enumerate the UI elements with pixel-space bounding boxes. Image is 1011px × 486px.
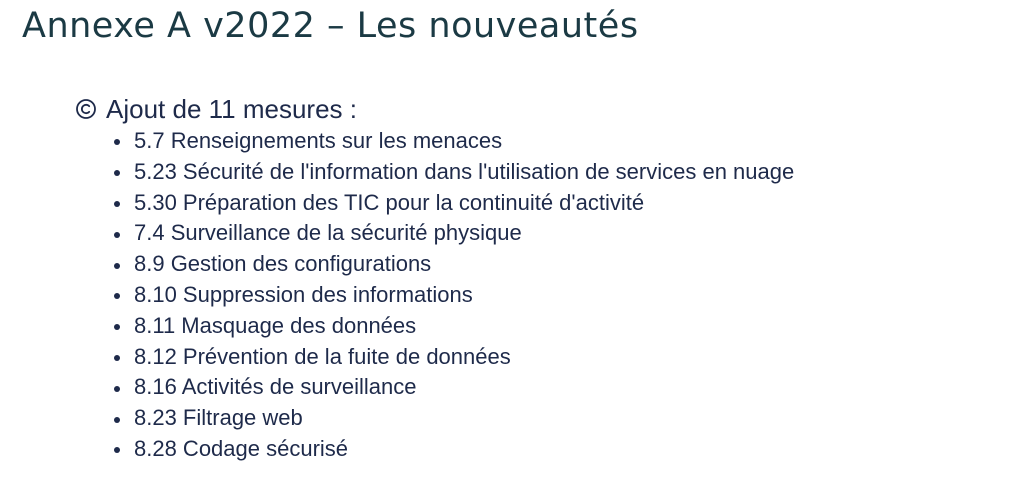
- list-item: 7.4 Surveillance de la sécurité physique: [114, 218, 794, 249]
- list-item: 8.12 Prévention de la fuite de données: [114, 342, 794, 373]
- level1-text: Ajout de 11 mesures :: [106, 94, 357, 124]
- list-item-text: 8.10 Suppression des informations: [134, 281, 473, 307]
- bullet-dot-icon: [114, 293, 120, 300]
- bullet-dot-icon: [114, 385, 120, 392]
- list-item-text: 8.28 Codage sécurisé: [134, 435, 349, 461]
- bullet-dot-icon: [114, 231, 120, 238]
- bullet-dot-icon: [114, 354, 120, 361]
- list-item-text: 5.30 Préparation des TIC pour la continu…: [134, 189, 645, 215]
- list-item-text: 7.4 Surveillance de la sécurité physique: [134, 220, 522, 246]
- list-item-text: 8.9 Gestion des configurations: [134, 251, 432, 277]
- list-item: 8.11 Masquage des données: [114, 311, 794, 342]
- list-item-text: 5.23 Sécurité de l'information dans l'ut…: [134, 158, 795, 184]
- slide-title: Annexe A v2022 – Les nouveautés: [22, 6, 639, 46]
- list-item-text: 8.11 Masquage des données: [134, 312, 417, 338]
- bullet-dot-icon: [114, 447, 120, 454]
- bullet-dot-icon: [114, 139, 120, 146]
- list-item: 5.30 Préparation des TIC pour la continu…: [114, 188, 794, 219]
- bullet-dot-icon: [114, 416, 120, 423]
- level1-bullet: Ajout de 11 mesures :: [74, 92, 794, 126]
- list-item-text: 8.12 Prévention de la fuite de données: [134, 343, 511, 369]
- list-item: 8.9 Gestion des configurations: [114, 249, 794, 280]
- list-item-text: 5.7 Renseignements sur les menaces: [134, 128, 503, 153]
- measures-list: 5.7 Renseignements sur les menaces 5.23 …: [74, 126, 794, 465]
- list-item: 8.16 Activités de surveillance: [114, 372, 794, 403]
- list-item: 8.23 Filtrage web: [114, 403, 794, 434]
- copyright-circle-icon: [74, 97, 98, 121]
- bullet-dot-icon: [114, 170, 120, 177]
- slide-content: Ajout de 11 mesures : 5.7 Renseignements…: [74, 92, 794, 465]
- list-item: 8.10 Suppression des informations: [114, 280, 794, 311]
- bullet-dot-icon: [114, 324, 120, 331]
- list-item-text: 8.16 Activités de surveillance: [134, 374, 417, 400]
- list-item: 5.7 Renseignements sur les menaces: [114, 126, 794, 157]
- list-item: 5.23 Sécurité de l'information dans l'ut…: [114, 157, 794, 188]
- list-item-text: 8.23 Filtrage web: [134, 405, 303, 431]
- list-item: 8.28 Codage sécurisé: [114, 434, 794, 465]
- bullet-dot-icon: [114, 200, 120, 207]
- bullet-dot-icon: [114, 262, 120, 269]
- slide: Annexe A v2022 – Les nouveautés Ajout de…: [0, 0, 1011, 486]
